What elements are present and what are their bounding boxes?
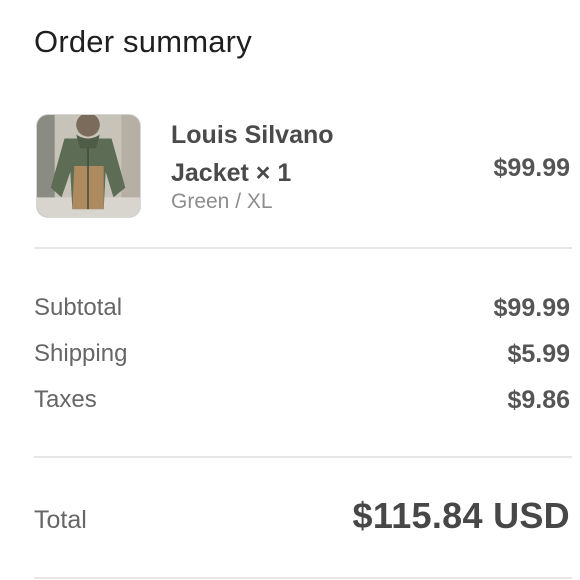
divider xyxy=(34,577,572,579)
product-variant: Green / XL xyxy=(171,190,273,213)
jacket-product-photo-icon xyxy=(37,115,140,217)
divider xyxy=(34,456,572,458)
page-title: Order summary xyxy=(34,24,252,59)
taxes-label: Taxes xyxy=(34,386,97,413)
shipping-value: $5.99 xyxy=(507,340,570,368)
subtotal-value: $99.99 xyxy=(493,294,570,322)
subtotal-row: Subtotal $99.99 xyxy=(34,294,570,328)
shipping-row: Shipping $5.99 xyxy=(34,340,570,374)
product-image xyxy=(36,114,141,218)
taxes-row: Taxes $9.86 xyxy=(34,386,570,420)
shipping-label: Shipping xyxy=(34,340,128,367)
order-summary-panel: Order summary Louis Silvano Jacket × 1 G… xyxy=(0,0,580,580)
line-item: Louis Silvano Jacket × 1 Green / XL $99.… xyxy=(36,114,570,218)
taxes-value: $9.86 xyxy=(507,386,570,414)
subtotal-label: Subtotal xyxy=(34,294,123,321)
total-value: $115.84 USD xyxy=(352,495,570,536)
product-price: $99.99 xyxy=(493,154,570,182)
product-name: Louis Silvano Jacket × 1 xyxy=(171,121,334,187)
total-label: Total xyxy=(34,506,87,534)
divider xyxy=(34,247,572,249)
